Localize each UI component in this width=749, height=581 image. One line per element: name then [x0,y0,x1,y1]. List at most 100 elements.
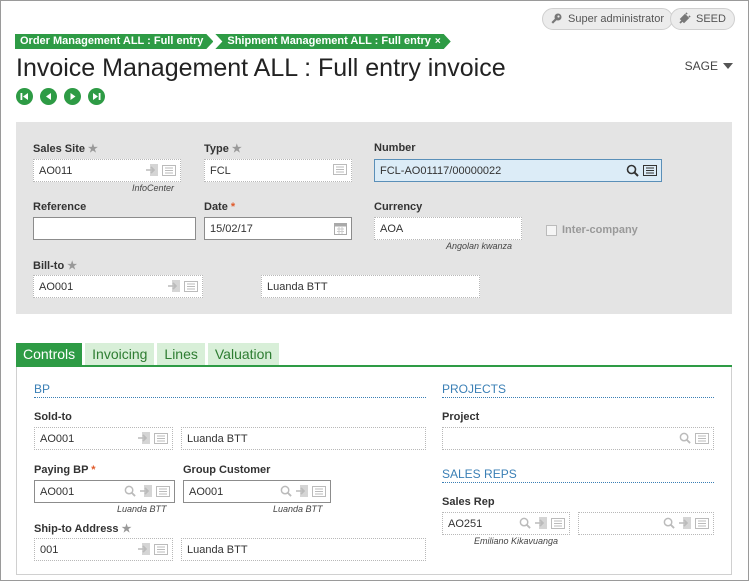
sales-site-label-text: Sales Site [33,143,85,155]
bill-to-label-text: Bill-to [33,260,65,272]
projects-section-divider [442,397,714,398]
group-customer-value: AO001 [189,485,224,498]
currency-value: AOA [380,222,404,235]
enter-icon[interactable] [140,485,152,497]
enter-icon[interactable] [296,485,308,497]
sales-rep-field[interactable]: AO251 [442,512,570,535]
next-icon [70,93,76,100]
group-customer-label: Group Customer [183,464,271,476]
inter-company-checkbox[interactable]: Inter-company [546,224,638,236]
detail-icon[interactable] [312,485,326,497]
header-panel: Sales Site ★ AO011 InfoCenter Type ★ FCL… [16,122,732,314]
tab-invoicing[interactable]: Invoicing [85,343,155,365]
ship-to-label-text: Ship-to Address [34,523,119,535]
type-label: Type ★ [204,142,242,155]
tab-bar: Controls Invoicing Lines Valuation [16,343,280,365]
search-icon[interactable] [519,517,531,529]
key-icon [551,13,562,24]
currency-label: Currency [374,201,423,213]
search-icon[interactable] [280,485,292,497]
sales-rep-2-field[interactable] [578,512,714,535]
required-icon: * [91,464,96,476]
last-record-button[interactable] [88,88,105,105]
next-record-button[interactable] [64,88,81,105]
detail-icon[interactable] [695,517,709,529]
detail-icon[interactable] [643,165,657,176]
required-icon: * [230,201,236,213]
tab-controls[interactable]: Controls [16,343,83,365]
tab-valuation[interactable]: Valuation [207,343,280,365]
close-icon[interactable]: × [435,36,441,47]
search-icon[interactable] [663,517,675,529]
type-field[interactable]: FCL [204,159,352,182]
enter-icon[interactable] [679,517,691,529]
user-button[interactable]: Super administrator [542,8,673,30]
currency-field[interactable]: AOA [374,217,522,240]
enter-icon[interactable] [138,432,150,444]
sales-reps-section-divider [442,482,714,483]
breadcrumb-order-management[interactable]: Order Management ALL : Full entry [15,34,213,49]
bp-section-divider [34,397,426,398]
sold-to-name: Luanda BTT [187,432,248,445]
reference-label: Reference [33,201,87,213]
sales-site-label: Sales Site ★ [33,142,98,155]
paying-bp-label: Paying BP * [34,464,96,476]
breadcrumb-shipment-management[interactable]: Shipment Management ALL : Full entry × [215,34,450,49]
folder-label: SAGE [684,59,718,73]
enter-icon[interactable] [138,543,150,555]
detail-icon[interactable] [695,432,709,444]
tab-lines[interactable]: Lines [157,343,205,365]
detail-icon[interactable] [333,164,347,175]
bill-to-value: AO001 [39,280,74,293]
search-icon[interactable] [679,432,691,444]
bill-to-name: Luanda BTT [267,280,328,293]
ship-to-name-field: Luanda BTT [181,538,426,561]
calendar-icon[interactable] [334,222,347,235]
chevron-down-icon [723,63,733,69]
detail-icon[interactable] [156,485,170,497]
previous-record-button[interactable] [40,88,57,105]
star-icon: ★ [121,523,132,535]
ship-to-label: Ship-to Address ★ [34,522,131,535]
breadcrumb: Order Management ALL : Full entry Shipme… [15,34,453,49]
seed-label: SEED [696,13,726,25]
sales-site-field[interactable]: AO011 [33,159,181,182]
folder-selector[interactable]: SAGE [685,59,733,73]
bill-to-field[interactable]: AO001 [33,275,203,298]
enter-icon[interactable] [535,517,547,529]
enter-icon[interactable] [168,280,180,292]
enter-icon[interactable] [146,164,158,176]
sales-site-sub: InfoCenter [132,183,175,193]
group-customer-input[interactable]: AO001 [183,480,331,503]
project-field[interactable] [442,427,714,450]
bill-to-name-field: Luanda BTT [261,275,480,298]
search-icon[interactable] [626,164,639,177]
sold-to-label: Sold-to [34,411,72,423]
detail-icon[interactable] [184,280,198,292]
paying-bp-sub: Luanda BTT [117,504,167,514]
paying-bp-input[interactable]: AO001 [34,480,175,503]
first-record-button[interactable] [16,88,33,105]
ship-to-value: 001 [40,543,59,556]
date-input[interactable]: 15/02/17 [204,217,352,240]
detail-icon[interactable] [162,164,176,176]
first-icon [20,93,28,100]
plug-icon [679,12,691,24]
detail-icon[interactable] [154,543,168,555]
sales-reps-section-title: SALES REPS [442,467,517,481]
sold-to-name-field: Luanda BTT [181,427,426,450]
type-label-text: Type [204,143,229,155]
record-navigation [16,88,105,105]
type-value: FCL [210,164,231,177]
detail-icon[interactable] [154,432,168,444]
sold-to-field[interactable]: AO001 [34,427,173,450]
detail-icon[interactable] [551,517,565,529]
search-icon[interactable] [124,485,136,497]
inter-company-label: Inter-company [562,224,638,236]
reference-input[interactable] [33,217,196,240]
date-value: 15/02/17 [210,222,253,235]
number-field[interactable]: FCL-AO01117/00000022 [374,159,662,182]
sales-rep-sub: Emiliano Kikavuanga [474,536,559,546]
seed-button[interactable]: SEED [670,8,735,30]
ship-to-field[interactable]: 001 [34,538,173,561]
